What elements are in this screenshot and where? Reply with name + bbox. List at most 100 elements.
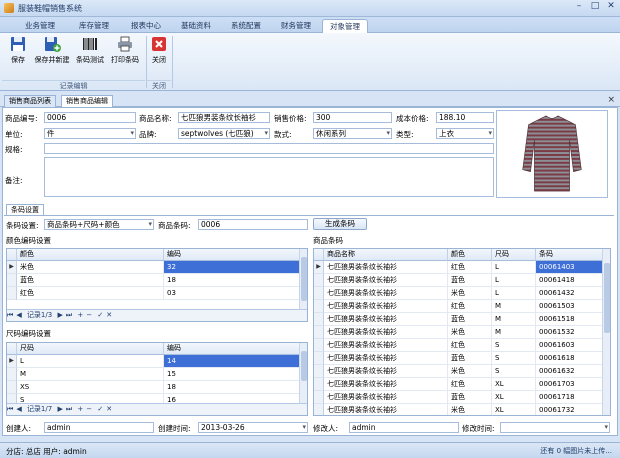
generate-barcode-button[interactable]: 生成条码: [313, 218, 367, 230]
table-row[interactable]: 七匹狼男装条纹长袖衫 米色 M 00061532: [314, 326, 604, 339]
scroll-thumb[interactable]: [604, 263, 610, 333]
product-name-cell[interactable]: 七匹狼男装条纹长袖衫: [324, 300, 448, 313]
barcode-grid-scrollbar[interactable]: [602, 249, 610, 415]
color-cell[interactable]: 蓝色: [448, 313, 492, 326]
cost-price-field[interactable]: 188.10: [436, 112, 494, 123]
size-column-header[interactable]: 尺码: [17, 343, 164, 355]
tab-product-list[interactable]: 销售商品列表: [4, 95, 56, 107]
color-cell[interactable]: 蓝色: [448, 391, 492, 404]
barcode-column-header[interactable]: 条码: [536, 249, 604, 261]
color-cell[interactable]: 蓝色: [17, 274, 164, 287]
code-column-header[interactable]: 编码: [164, 249, 301, 261]
nav-prev-icon[interactable]: ◀: [16, 405, 21, 413]
color-cell[interactable]: 蓝色: [448, 274, 492, 287]
barcode-cell[interactable]: 00061503: [536, 300, 604, 313]
table-row[interactable]: 七匹狼男装条纹长袖衫 蓝色 M 00061518: [314, 313, 604, 326]
size-cell[interactable]: XS: [17, 381, 164, 394]
scroll-thumb[interactable]: [301, 351, 307, 381]
barcode-setting-select[interactable]: 商品条码+尺码+颜色: [44, 219, 154, 230]
table-row[interactable]: M 15: [7, 368, 301, 381]
table-row[interactable]: ▶ 七匹狼男装条纹长袖衫 红色 L 00061403: [314, 261, 604, 274]
code-cell[interactable]: 32: [164, 261, 301, 274]
code-cell[interactable]: 16: [164, 394, 301, 403]
menu-tab-business[interactable]: 业务管理: [18, 19, 62, 33]
table-row[interactable]: 红色 03: [7, 287, 301, 300]
table-row[interactable]: 七匹狼男装条纹长袖衫 米色 L 00061432: [314, 287, 604, 300]
table-row[interactable]: 蓝色 18: [7, 274, 301, 287]
brand-select[interactable]: septwolves (七匹狼): [178, 128, 270, 139]
table-row[interactable]: 七匹狼男装条纹长袖衫 红色 M 00061503: [314, 300, 604, 313]
barcode-cell[interactable]: 00061518: [536, 313, 604, 326]
color-column-header[interactable]: 颜色: [448, 249, 492, 261]
color-cell[interactable]: 红色: [448, 339, 492, 352]
product-name-cell[interactable]: 七匹狼男装条纹长袖衫: [324, 365, 448, 378]
menu-tab-basic-data[interactable]: 基础资料: [174, 19, 218, 33]
close-window-button[interactable]: ✕: [604, 1, 618, 13]
nav-cancel-icon[interactable]: ✕: [106, 405, 112, 413]
table-row[interactable]: 七匹狼男装条纹长袖衫 蓝色 XL 00061718: [314, 391, 604, 404]
nav-add-icon[interactable]: +: [77, 405, 83, 413]
size-grid-scrollbar[interactable]: [299, 343, 307, 403]
size-cell[interactable]: L: [492, 261, 536, 274]
scroll-thumb[interactable]: [301, 257, 307, 301]
code-column-header[interactable]: 编码: [164, 343, 301, 355]
barcode-cell[interactable]: 00061403: [536, 261, 604, 274]
color-cell[interactable]: 蓝色: [448, 352, 492, 365]
nav-add-icon[interactable]: +: [77, 311, 83, 319]
product-photo[interactable]: [496, 110, 608, 198]
size-cell[interactable]: XL: [492, 391, 536, 404]
color-cell[interactable]: 米色: [448, 404, 492, 415]
table-row[interactable]: 七匹狼男装条纹长袖衫 米色 S 00061632: [314, 365, 604, 378]
nav-first-icon[interactable]: ⏮: [7, 405, 13, 413]
size-cell[interactable]: S: [492, 352, 536, 365]
table-row[interactable]: 七匹狼男装条纹长袖衫 红色 XL 00061703: [314, 378, 604, 391]
table-row[interactable]: ▶ L 14: [7, 355, 301, 368]
barcode-cell[interactable]: 00061603: [536, 339, 604, 352]
goods-barcode-field[interactable]: 0006: [198, 219, 308, 230]
product-name-cell[interactable]: 七匹狼男装条纹长袖衫: [324, 378, 448, 391]
minimize-button[interactable]: –: [572, 1, 586, 13]
nav-cancel-icon[interactable]: ✕: [106, 311, 112, 319]
nav-last-icon[interactable]: ⏭: [66, 311, 72, 319]
color-grid-navigator[interactable]: ⏮ ◀ 记录1/3 ▶ ⏭ + − ✓ ✕: [7, 309, 307, 321]
code-cell[interactable]: 18: [164, 381, 301, 394]
print-barcode-button[interactable]: 打印条码: [108, 35, 142, 75]
color-cell[interactable]: 米色: [17, 261, 164, 274]
size-cell[interactable]: M: [17, 368, 164, 381]
color-cell[interactable]: 米色: [448, 326, 492, 339]
nav-prev-icon[interactable]: ◀: [16, 311, 21, 319]
product-name-cell[interactable]: 七匹狼男装条纹长袖衫: [324, 274, 448, 287]
maximize-button[interactable]: □: [588, 1, 602, 13]
size-cell[interactable]: L: [492, 274, 536, 287]
color-grid-scrollbar[interactable]: [299, 249, 307, 309]
table-row[interactable]: 七匹狼男装条纹长袖衫 红色 S 00061603: [314, 339, 604, 352]
table-row[interactable]: 七匹狼男装条纹长袖衫 蓝色 S 00061618: [314, 352, 604, 365]
code-cell[interactable]: 18: [164, 274, 301, 287]
barcode-cell[interactable]: 00061532: [536, 326, 604, 339]
size-cell[interactable]: S: [17, 394, 164, 403]
barcode-test-button[interactable]: 条码测试: [74, 35, 106, 75]
product-name-field[interactable]: 七匹狼男装条纹长袖衫: [178, 112, 270, 123]
nav-next-icon[interactable]: ▶: [57, 311, 62, 319]
sale-price-field[interactable]: 300: [313, 112, 392, 123]
product-name-cell[interactable]: 七匹狼男装条纹长袖衫: [324, 261, 448, 274]
menu-tab-finance[interactable]: 财务管理: [274, 19, 318, 33]
size-grid-navigator[interactable]: ⏮ ◀ 记录1/7 ▶ ⏭ + − ✓ ✕: [7, 403, 307, 415]
size-cell[interactable]: S: [492, 365, 536, 378]
close-button[interactable]: 关闭: [148, 35, 170, 75]
table-row[interactable]: XS 18: [7, 381, 301, 394]
nav-next-icon[interactable]: ▶: [57, 405, 62, 413]
unit-select[interactable]: 件: [44, 128, 136, 139]
nav-confirm-icon[interactable]: ✓: [97, 311, 103, 319]
product-name-cell[interactable]: 七匹狼男装条纹长袖衫: [324, 391, 448, 404]
size-column-header[interactable]: 尺码: [492, 249, 536, 261]
size-cell[interactable]: M: [492, 326, 536, 339]
table-row[interactable]: 七匹狼男装条纹长袖衫 蓝色 L 00061418: [314, 274, 604, 287]
nav-confirm-icon[interactable]: ✓: [97, 405, 103, 413]
barcode-cell[interactable]: 00061718: [536, 391, 604, 404]
barcode-cell[interactable]: 00061732: [536, 404, 604, 415]
save-button[interactable]: 保存: [6, 35, 30, 75]
size-cell[interactable]: XL: [492, 404, 536, 415]
nav-remove-icon[interactable]: −: [86, 311, 92, 319]
size-cell[interactable]: M: [492, 313, 536, 326]
